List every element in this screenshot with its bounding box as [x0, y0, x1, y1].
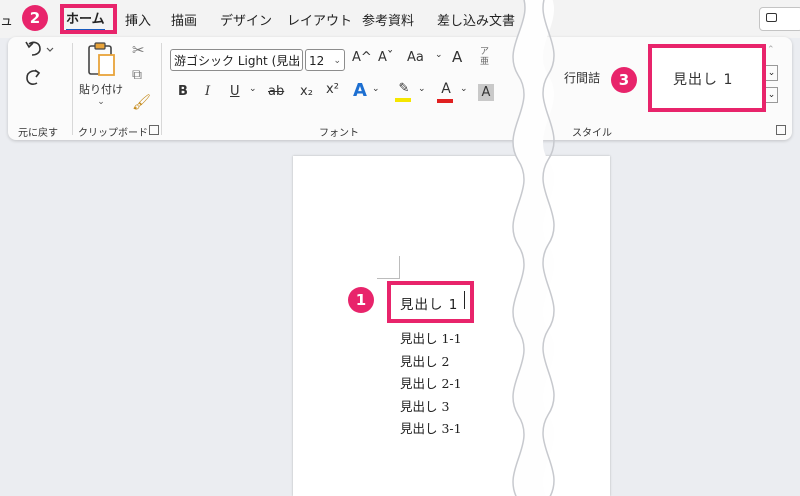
- subscript-button[interactable]: x₂: [300, 84, 313, 99]
- tab-design[interactable]: デザイン: [220, 10, 272, 29]
- font-size-value: 12: [309, 54, 325, 68]
- margin-mark: [377, 256, 400, 279]
- clear-format-icon[interactable]: A: [452, 48, 462, 66]
- step-badge-1: 1: [348, 287, 374, 313]
- heading-2-1-text[interactable]: 見出し 2-1: [400, 373, 462, 392]
- font-size-combo[interactable]: 12 ⌄: [305, 49, 345, 71]
- chevron-down-icon[interactable]: ⌄: [765, 65, 778, 81]
- change-case-button[interactable]: Aa: [407, 50, 424, 65]
- redo-button[interactable]: [22, 67, 46, 89]
- copy-icon[interactable]: ⧉: [132, 67, 142, 83]
- font-name-value: 游ゴシック Light (見出: [174, 54, 301, 68]
- heading-3-1-text[interactable]: 見出し 3-1: [400, 418, 462, 437]
- font-color-letter: A: [441, 81, 451, 97]
- tab-insert[interactable]: 挿入: [125, 10, 151, 29]
- style-no-spacing[interactable]: 行間詰: [564, 69, 600, 86]
- chevron-up-icon[interactable]: ⌃: [767, 45, 775, 55]
- highlight-home-tab: [60, 4, 117, 34]
- undo-group-label: 元に戻す: [18, 128, 58, 139]
- chevron-down-icon: ⌄: [291, 56, 299, 66]
- undo-button[interactable]: [22, 39, 58, 63]
- font-color-bar: [437, 99, 453, 103]
- font-name-combo[interactable]: 游ゴシック Light (見出 ⌄: [170, 49, 303, 71]
- highlight-color-bar: [395, 98, 411, 102]
- tab-draw[interactable]: 描画: [171, 10, 197, 29]
- highlight-button[interactable]: ✎: [394, 81, 414, 103]
- font-group-label: フォント: [319, 128, 359, 139]
- shrink-font-button[interactable]: Aˇ: [378, 50, 393, 65]
- highlight-heading1-style: [648, 44, 766, 112]
- clipboard-group-label: クリップボード: [78, 128, 148, 139]
- menu-bar: ュ ホーム 挿入 描画 デザイン レイアウト 参考資料 差し込み文書: [0, 0, 800, 38]
- undo-icon: [25, 41, 54, 56]
- styles-launcher-icon[interactable]: [776, 125, 786, 135]
- more-styles-icon[interactable]: ⌄: [765, 87, 778, 103]
- chevron-down-icon: ⌄: [435, 50, 443, 60]
- document-page[interactable]: 見出し 1 見出し 1-1 見出し 2 見出し 2-1 見出し 3 見出し 3-…: [293, 156, 610, 496]
- italic-button[interactable]: I: [205, 84, 210, 99]
- separator: [161, 43, 162, 135]
- step-badge-3: 3: [611, 67, 637, 93]
- separator: [72, 43, 73, 135]
- grow-font-button[interactable]: A^: [352, 50, 372, 65]
- highlight-heading1-text: [387, 281, 474, 323]
- heading-1-1-text[interactable]: 見出し 1-1: [400, 328, 462, 347]
- chevron-down-icon: ⌄: [460, 84, 468, 94]
- tab-layout[interactable]: レイアウト: [287, 10, 352, 29]
- cut-icon[interactable]: ✂: [132, 41, 145, 59]
- font-color-button[interactable]: A: [436, 81, 456, 103]
- chevron-down-icon: ⌄: [333, 56, 341, 66]
- highlighter-icon: ✎: [398, 81, 410, 96]
- superscript-button[interactable]: x²: [326, 82, 339, 97]
- chevron-down-icon: ⌄: [97, 97, 105, 107]
- tab-file-truncated[interactable]: ュ: [0, 10, 13, 29]
- text-effect-button[interactable]: A: [353, 80, 367, 101]
- redo-icon: [26, 69, 41, 85]
- styles-group-label: スタイル: [572, 128, 612, 139]
- paste-button[interactable]: 貼り付け ⌄: [78, 41, 124, 111]
- heading-2-text[interactable]: 見出し 2: [400, 351, 449, 370]
- chevron-down-icon: ⌄: [418, 84, 426, 94]
- styles-scrollbar[interactable]: ⌃ ⌄ ⌄: [765, 45, 779, 107]
- wavy-cut-divider: [512, 0, 555, 496]
- tab-references[interactable]: 参考資料: [362, 10, 414, 29]
- chevron-down-icon: ⌄: [372, 84, 380, 94]
- clipboard-launcher-icon[interactable]: [149, 125, 159, 135]
- paste-label: 貼り付け: [79, 83, 123, 96]
- format-painter-icon[interactable]: 🖌: [132, 93, 151, 111]
- step-badge-2: 2: [22, 5, 48, 31]
- bold-button[interactable]: B: [178, 84, 188, 99]
- chevron-down-icon: ⌄: [249, 84, 257, 94]
- phonetic-guide-icon[interactable]: ア亜: [480, 47, 489, 67]
- underline-button[interactable]: U: [230, 84, 240, 99]
- clipboard-icon: [88, 42, 115, 76]
- strikethrough-button[interactable]: ab: [268, 84, 284, 99]
- comment-button[interactable]: [759, 7, 800, 31]
- comment-icon: [766, 13, 777, 22]
- heading-3-text[interactable]: 見出し 3: [400, 396, 449, 415]
